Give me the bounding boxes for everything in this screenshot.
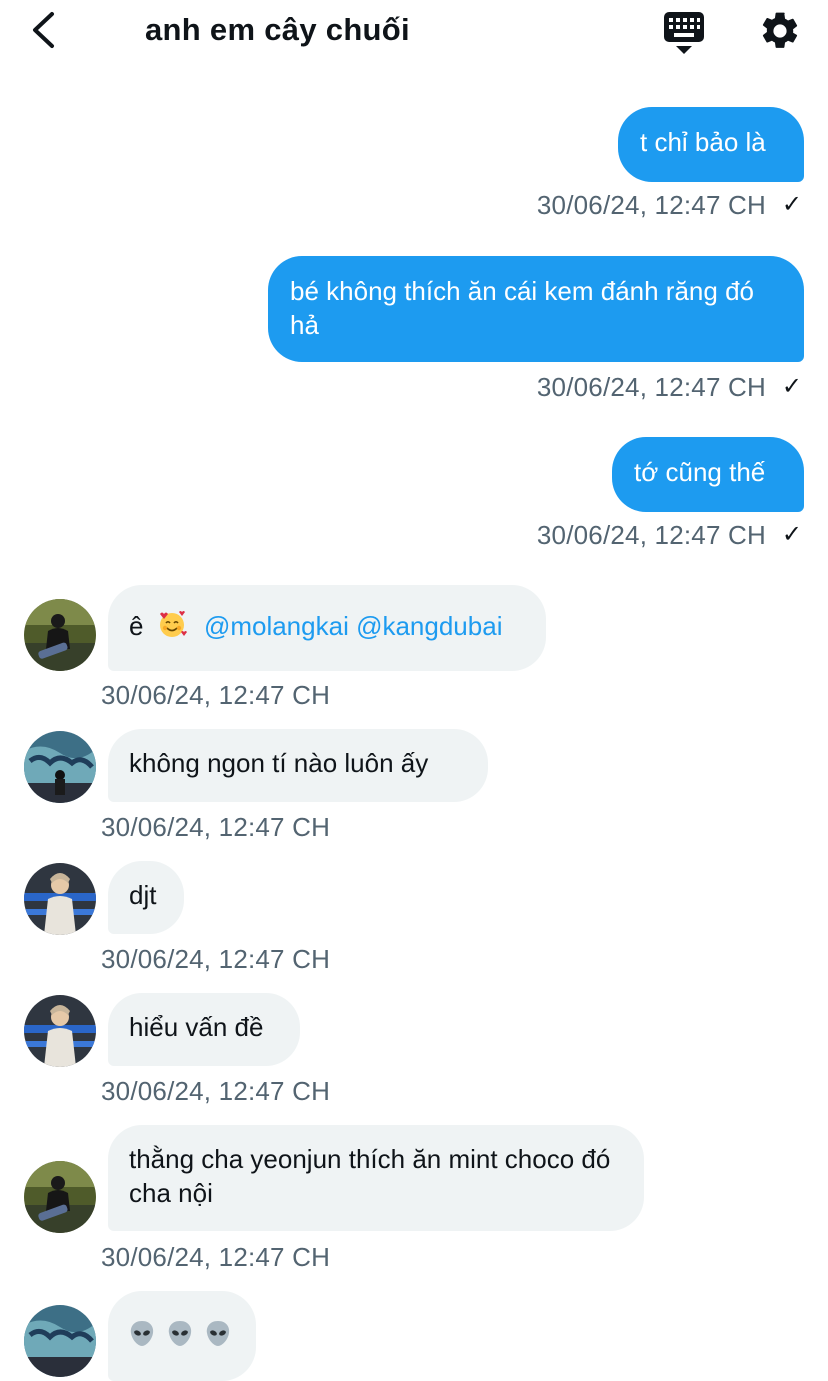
chevron-left-icon [33,12,54,48]
avatar-photo [24,995,96,1067]
smiling-face-with-hearts-icon [157,609,187,647]
avatar[interactable] [24,863,96,935]
message-text: hiểu vấn đề [129,1012,264,1042]
conversation-title[interactable]: anh em cây chuối [145,10,410,50]
message-bubble-outgoing[interactable]: bé không thích ăn cái kem đánh răng đó h… [268,256,804,362]
message-timestamp: 30/06/24, 12:47 CH [101,1242,331,1272]
gear-icon [762,12,798,48]
avatar-photo [24,599,96,671]
message-timestamp: 30/06/24, 12:47 CH [101,1076,331,1106]
mention-link[interactable]: @molangkai [204,611,349,641]
avatar[interactable] [24,1161,96,1233]
message-text: tớ cũng thế [634,457,766,487]
read-check-icon: ✓ [781,521,802,548]
message-text: t chỉ bảo là [640,127,766,157]
read-check-icon: ✓ [781,191,802,218]
message-bubble-incoming[interactable]: không ngon tí nào luôn ấy [108,729,488,802]
message-bubble-incoming[interactable]: ê @molangkai @kangdubai [108,585,546,671]
message-bubble-incoming[interactable]: thằng cha yeonjun thích ăn mint choco đó… [108,1125,644,1231]
message-timestamp: 30/06/24, 12:47 CH [536,372,766,402]
message-timestamp: 30/06/24, 12:47 CH [536,520,766,550]
message-text: djt [129,880,157,910]
chat-header: anh em cây chuối [0,0,828,62]
message-text: thằng cha yeonjun thích ăn mint choco đó… [129,1144,611,1208]
message-bubble-outgoing[interactable]: tớ cũng thế [612,437,804,512]
message-timestamp: 30/06/24, 12:47 CH [101,944,331,974]
message-timestamp: 30/06/24, 12:47 CH [101,812,331,842]
keyboard-icon [664,12,704,54]
message-text: ê [129,611,144,641]
alien-emoji-icon [129,1321,239,1355]
avatar-photo [24,1161,96,1233]
back-button[interactable] [26,10,66,50]
avatar-photo [24,863,96,935]
avatar[interactable] [24,599,96,671]
avatar[interactable] [24,731,96,803]
message-timestamp: 30/06/24, 12:47 CH [101,680,331,710]
message-bubble-incoming[interactable]: djt [108,861,184,934]
message-text: không ngon tí nào luôn ấy [129,748,429,778]
avatar-photo [24,1305,96,1377]
avatar-photo [24,731,96,803]
message-timestamp: 30/06/24, 12:47 CH [536,190,766,220]
avatar[interactable] [24,995,96,1067]
avatar[interactable] [24,1305,96,1377]
message-text: bé không thích ăn cái kem đánh răng đó h… [290,276,754,340]
settings-button[interactable] [758,9,802,53]
keyboard-button[interactable] [660,8,708,56]
message-bubble-incoming[interactable] [108,1291,256,1381]
message-bubble-incoming[interactable]: hiểu vấn đề [108,993,300,1066]
message-bubble-outgoing[interactable]: t chỉ bảo là [618,107,804,182]
mention-link[interactable]: @kangdubai [356,611,502,641]
read-check-icon: ✓ [781,373,802,400]
